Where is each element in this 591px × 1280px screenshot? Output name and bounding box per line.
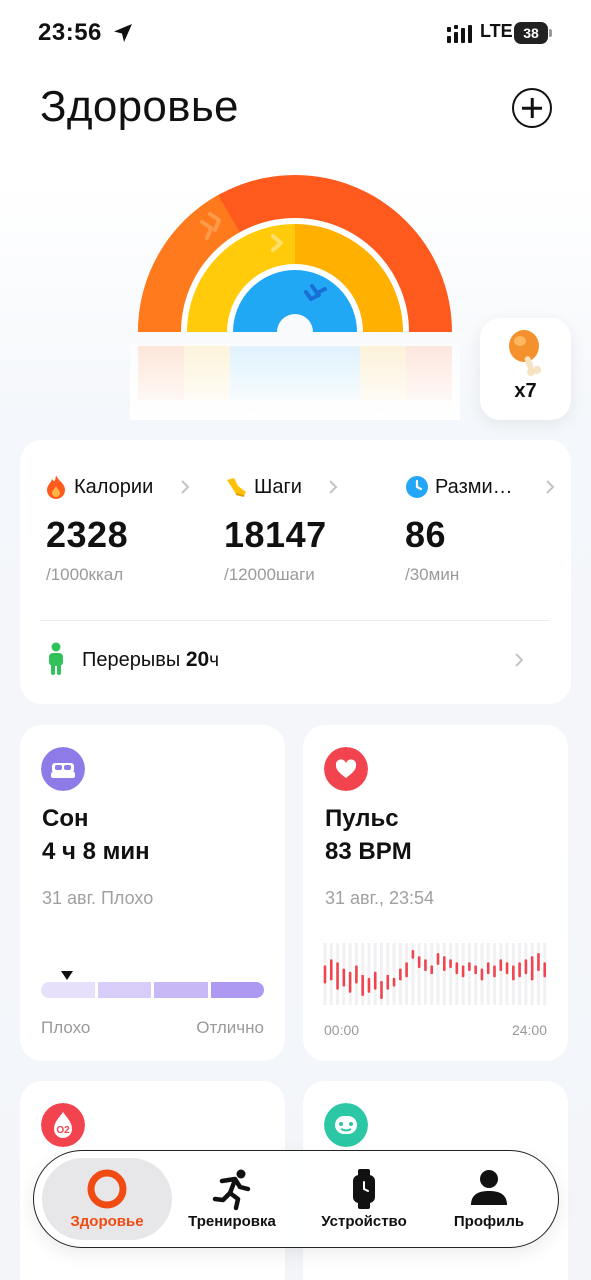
pulse-card[interactable]: Пульс 83 BPM 31 авг., 23:54 00:00 24:00 (303, 725, 568, 1061)
tab-profile[interactable]: Профиль (434, 1151, 544, 1249)
activity-rings[interactable] (130, 170, 460, 420)
divider (40, 620, 550, 621)
reward-count: x7 (514, 380, 537, 402)
active-minutes-header: Разми… (405, 474, 513, 500)
watch-icon (353, 1169, 375, 1209)
flame-icon (47, 475, 65, 499)
pulse-chart-track (367, 943, 371, 1005)
active-minutes-label: Разми… (435, 475, 513, 498)
steps-header: Шаги (224, 474, 302, 500)
calories-header: Калории (44, 474, 153, 500)
pulse-chart-track (449, 943, 453, 1005)
status-bar: 23:56 LTE 38 (0, 0, 591, 66)
pulse-chart-track (467, 943, 471, 1005)
clock-icon (406, 476, 428, 498)
breaks-title: Перерывы (82, 649, 181, 671)
network-type: LTE (480, 21, 513, 41)
battery-tip (549, 29, 552, 37)
pulse-axis-start: 00:00 (324, 1022, 360, 1038)
pulse-axis-end: 24:00 (511, 1022, 547, 1038)
sleep-quality-bar (41, 982, 264, 998)
pulse-chart-track (442, 943, 446, 1005)
sleep-segment (154, 982, 208, 998)
pulse-chart-track (386, 943, 390, 1005)
tab-label: Профиль (453, 1213, 525, 1230)
active-minutes-value: 86 (405, 514, 447, 555)
add-button[interactable] (512, 88, 552, 128)
sleep-quality-marker (61, 971, 73, 980)
calories-label: Калории (74, 475, 154, 498)
chevron-right-icon (546, 480, 555, 494)
pulse-chart-track (423, 943, 427, 1005)
chevron-right-icon (181, 480, 190, 494)
pulse-chart-track (392, 943, 396, 1005)
status-time: 23:56 (38, 19, 102, 46)
tab-label: Тренировка (188, 1213, 276, 1230)
sleep-subtitle: 31 авг. Плохо (42, 888, 154, 908)
sleep-scale-max: Отлично (196, 1018, 264, 1037)
steps-value: 18147 (224, 514, 327, 555)
breaks-row[interactable]: Перерывы 20ч (44, 640, 534, 680)
breaks-unit: ч (209, 650, 220, 671)
pulse-title: Пульс (325, 805, 399, 832)
health-ring-icon (87, 1169, 127, 1209)
pulse-chart (323, 943, 547, 1005)
steps-label: Шаги (254, 475, 302, 498)
o2-icon: O2 (41, 1103, 85, 1147)
tab-label: Устройство (321, 1213, 407, 1230)
tab-device[interactable]: Устройство (304, 1151, 424, 1249)
steps-goal: /12000шаги (224, 565, 315, 584)
page-title: Здоровье (40, 82, 239, 131)
reward-card[interactable]: x7 (480, 318, 571, 420)
breaks-label: Перерывы 20ч (82, 648, 219, 672)
pulse-chart-track (436, 943, 440, 1005)
person-icon (471, 1170, 507, 1205)
running-icon (212, 1169, 251, 1211)
sleep-value: 4 ч 8 мин (42, 838, 150, 865)
active-minutes-goal: /30мин (405, 565, 460, 584)
tab-health[interactable]: Здоровье (42, 1151, 172, 1249)
sleep-segment (210, 982, 264, 998)
calories-goal: /1000ккал (46, 565, 124, 584)
pulse-value: 83 BPM (325, 838, 412, 865)
battery-icon: 38 (514, 22, 552, 44)
chevron-right-icon (515, 653, 524, 667)
standing-person-icon (49, 642, 63, 675)
active-minutes-metric[interactable]: Разми… 86 /30мин (405, 474, 555, 594)
svg-text:O2: O2 (56, 1125, 70, 1136)
chevron-right-icon (329, 480, 338, 494)
calories-value: 2328 (46, 514, 129, 555)
drumstick-icon (509, 330, 541, 376)
bed-icon (41, 747, 85, 791)
breaks-value: 20 (185, 648, 210, 671)
tab-bar: Здоровье Тренировка Устройство Профиль (33, 1150, 559, 1248)
mood-icon (324, 1103, 368, 1147)
shoe-icon (227, 478, 246, 497)
sleep-scale-min: Плохо (41, 1018, 91, 1037)
sleep-segment (97, 982, 151, 998)
pulse-chart-track (417, 943, 421, 1005)
sleep-segment (41, 982, 95, 998)
sleep-card[interactable]: Сон 4 ч 8 мин 31 авг. Плохо Плохо Отличн… (20, 725, 285, 1061)
pulse-chart-track (536, 943, 540, 1005)
location-arrow-icon (114, 24, 132, 42)
pulse-chart-track (499, 943, 503, 1005)
tab-workout[interactable]: Тренировка (174, 1151, 290, 1249)
tab-label: Здоровье (70, 1213, 144, 1230)
pulse-subtitle: 31 авг., 23:54 (325, 888, 435, 908)
battery-level: 38 (514, 22, 548, 44)
signal-icon (447, 25, 472, 43)
calories-metric[interactable]: Калории 2328 /1000ккал (44, 474, 194, 594)
steps-metric[interactable]: Шаги 18147 /12000шаги (224, 474, 344, 594)
heart-icon (324, 747, 368, 791)
sleep-title: Сон (42, 805, 89, 832)
